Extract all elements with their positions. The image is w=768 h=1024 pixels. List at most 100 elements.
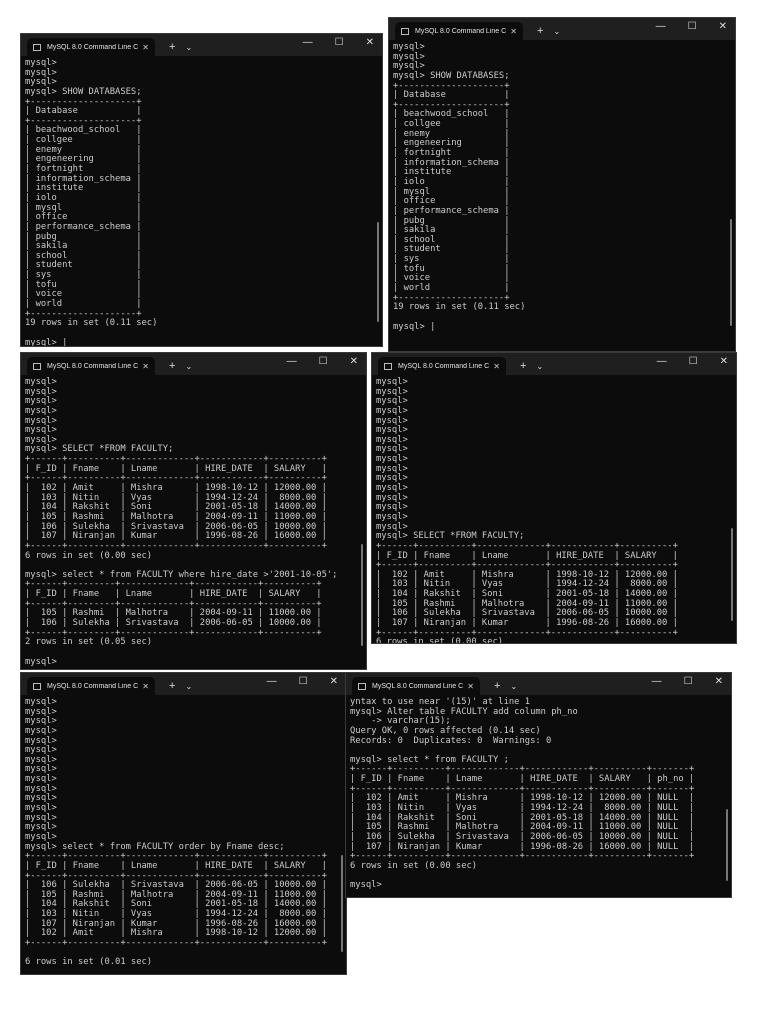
terminal-line: mysql> [376, 425, 408, 436]
terminal-line: mysql> [25, 697, 57, 707]
tab-dropdown-icon[interactable]: ⌄ [185, 43, 192, 52]
terminal-line: mysql> [25, 822, 57, 833]
minimize-button[interactable]: — [303, 37, 313, 48]
terminal-line: mysql> [25, 706, 57, 717]
title-bar: MySQL 8.0 Command Line Cli ✕ + ⌄ — ☐ ✕ [346, 673, 731, 695]
new-tab-button[interactable]: + [169, 360, 175, 372]
terminal-line: mysql> [376, 415, 408, 426]
close-button[interactable]: ✕ [715, 676, 723, 687]
minimize-button[interactable]: — [287, 356, 297, 367]
maximize-button[interactable]: ☐ [335, 37, 344, 48]
tab-close-icon[interactable]: ✕ [510, 27, 517, 36]
maximize-button[interactable]: ☐ [299, 676, 308, 687]
terminal-tab[interactable]: MySQL 8.0 Command Line Cli ✕ [352, 677, 480, 695]
tab-dropdown-icon[interactable]: ⌄ [185, 362, 192, 371]
minimize-button[interactable]: — [652, 676, 662, 687]
terminal-icon [401, 27, 409, 35]
terminal-line: mysql> [376, 492, 408, 503]
terminal-line: mysql> [25, 735, 57, 746]
title-bar: MySQL 8.0 Command Line Cli ✕ + ⌄ — ☐ ✕ [21, 34, 382, 56]
scrollbar[interactable] [361, 544, 363, 646]
maximize-button[interactable]: ☐ [319, 356, 328, 367]
scrollbar[interactable] [731, 528, 733, 621]
tab-title: MySQL 8.0 Command Line Cli [415, 27, 507, 35]
terminal-line: +------+----------+-------------+-------… [25, 938, 327, 949]
terminal-line: mysql> [25, 725, 57, 736]
terminal-output[interactable]: mysql> mysql> mysql> mysql> mysql> mysql> mysq… [372, 375, 736, 644]
terminal-window-3: MySQL 8.0 Command Line Cli ✕ + ⌄ — ☐ ✕ m… [20, 352, 367, 670]
terminal-line: 6 rows in set (0.00 sec) [350, 860, 478, 871]
terminal-line: mysql> | [393, 321, 436, 332]
scrollbar[interactable] [341, 855, 343, 952]
terminal-output[interactable]: mysql> mysql> mysql> mysql> mysql> mysql> mysq… [21, 695, 346, 971]
terminal-icon [33, 43, 41, 51]
tab-dropdown-icon[interactable]: ⌄ [553, 27, 560, 36]
terminal-line: mysql> [25, 405, 57, 416]
terminal-line: 6 rows in set (0.00 sec) [25, 550, 153, 561]
new-tab-button[interactable]: + [169, 41, 175, 53]
terminal-line: 2 rows in set (0.05 sec) [25, 637, 153, 648]
terminal-line: 19 rows in set (0.11 sec) [25, 318, 158, 329]
tab-dropdown-icon[interactable]: ⌄ [536, 362, 543, 371]
terminal-window-6: MySQL 8.0 Command Line Cli ✕ + ⌄ — ☐ ✕ y… [345, 672, 732, 898]
close-button[interactable]: ✕ [720, 356, 728, 367]
scrollbar[interactable] [377, 222, 379, 322]
terminal-window-5: MySQL 8.0 Command Line Cli ✕ + ⌄ — ☐ ✕ m… [20, 672, 347, 975]
terminal-output[interactable]: yntax to use near '(15)' at line 1 mysql>… [346, 695, 731, 894]
scrollbar[interactable] [726, 809, 728, 881]
terminal-line: mysql> [376, 502, 408, 513]
tab-close-icon[interactable]: ✕ [467, 682, 474, 691]
terminal-tab[interactable]: MySQL 8.0 Command Line Cli ✕ [27, 357, 155, 375]
terminal-line: mysql> [25, 754, 57, 765]
minimize-button[interactable]: — [656, 21, 666, 32]
maximize-button[interactable]: ☐ [688, 21, 697, 32]
new-tab-button[interactable]: + [537, 25, 543, 37]
terminal-output[interactable]: mysql> mysql> mysql> mysql> SHOW DATABASES;… [389, 40, 735, 335]
terminal-tab[interactable]: MySQL 8.0 Command Line Cli ✕ [27, 677, 155, 695]
terminal-line: mysql> [25, 783, 57, 794]
terminal-line: mysql> [25, 764, 57, 775]
terminal-line: mysql> [25, 745, 57, 756]
tab-close-icon[interactable]: ✕ [142, 682, 149, 691]
tab-dropdown-icon[interactable]: ⌄ [185, 682, 192, 691]
minimize-button[interactable]: — [657, 356, 667, 367]
new-tab-button[interactable]: + [520, 360, 526, 372]
tab-close-icon[interactable]: ✕ [493, 362, 500, 371]
new-tab-button[interactable]: + [494, 680, 500, 692]
terminal-output[interactable]: mysql> mysql> mysql> mysql> mysql> mysql> mysq… [21, 375, 366, 669]
terminal-line: mysql> [350, 880, 382, 891]
new-tab-button[interactable]: + [169, 680, 175, 692]
minimize-button[interactable]: — [267, 676, 277, 687]
tab-close-icon[interactable]: ✕ [142, 362, 149, 371]
terminal-line: mysql> [25, 415, 57, 426]
terminal-line: mysql> [25, 396, 57, 407]
terminal-tab[interactable]: MySQL 8.0 Command Line Cli ✕ [395, 22, 523, 40]
terminal-line: mysql> [25, 803, 57, 814]
terminal-icon [358, 682, 366, 690]
close-button[interactable]: ✕ [350, 356, 358, 367]
title-bar: MySQL 8.0 Command Line Cli ✕ + ⌄ — ☐ ✕ [21, 673, 346, 695]
terminal-line: 6 rows in set (0.00 sec) [376, 637, 504, 644]
maximize-button[interactable]: ☐ [684, 676, 693, 687]
terminal-line: mysql> [376, 434, 408, 445]
close-button[interactable]: ✕ [719, 21, 727, 32]
terminal-line: 19 rows in set (0.11 sec) [393, 302, 526, 313]
terminal-window-1: MySQL 8.0 Command Line Cli ✕ + ⌄ — ☐ ✕ m… [20, 33, 383, 347]
scrollbar[interactable] [730, 219, 732, 326]
terminal-line: mysql> [25, 58, 57, 68]
maximize-button[interactable]: ☐ [689, 356, 698, 367]
close-button[interactable]: ✕ [330, 676, 338, 687]
tab-title: MySQL 8.0 Command Line Cli [372, 682, 464, 690]
terminal-output[interactable]: mysql> mysql> mysql> mysql> SHOW DATABASES;… [21, 56, 382, 347]
tab-close-icon[interactable]: ✕ [142, 43, 149, 52]
terminal-line: mysql> [376, 473, 408, 484]
terminal-tab[interactable]: MySQL 8.0 Command Line Cli ✕ [378, 357, 506, 375]
terminal-tab[interactable]: MySQL 8.0 Command Line Cli ✕ [27, 38, 155, 56]
terminal-line: mysql> | [25, 337, 68, 347]
terminal-line: mysql> [393, 42, 425, 52]
tab-dropdown-icon[interactable]: ⌄ [510, 682, 517, 691]
tab-title: MySQL 8.0 Command Line Cli [398, 362, 490, 370]
close-button[interactable]: ✕ [366, 37, 374, 48]
